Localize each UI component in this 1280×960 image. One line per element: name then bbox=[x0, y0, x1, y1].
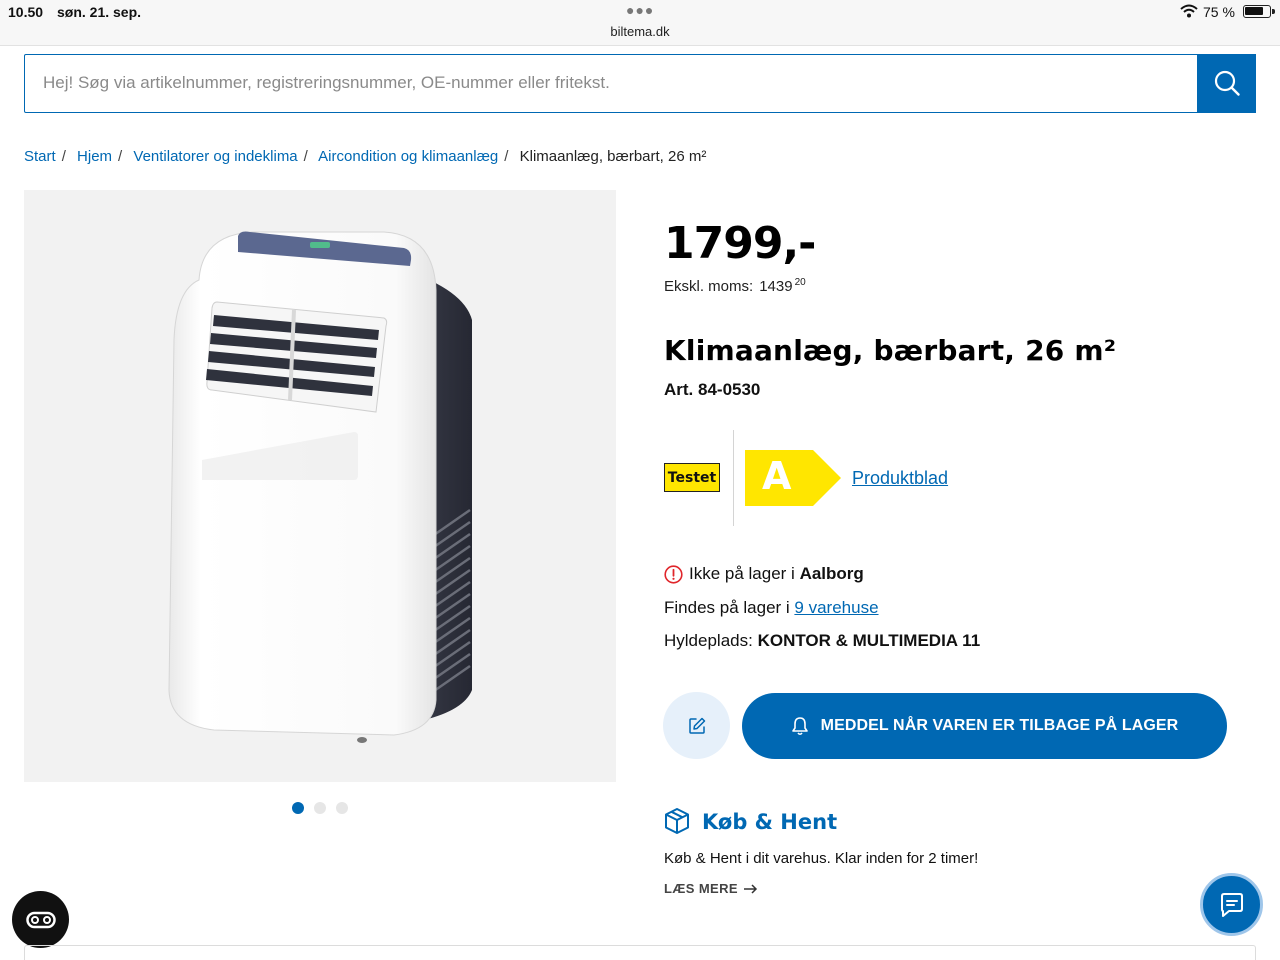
price: 1799,- bbox=[664, 218, 816, 269]
breadcrumb-aircondition[interactable]: Aircondition og klimaanlæg bbox=[318, 148, 498, 165]
testet-badge[interactable]: Testet bbox=[664, 463, 720, 492]
notify-when-in-stock-button[interactable]: MEDDEL NÅR VAREN ER TILBAGE PÅ LAGER bbox=[742, 693, 1227, 759]
produktblad-link[interactable]: Produktblad bbox=[852, 468, 948, 489]
breadcrumb-separator: / bbox=[504, 148, 509, 165]
carousel-dot[interactable] bbox=[292, 802, 304, 814]
stock-status-text: Ikke på lager i bbox=[689, 564, 800, 583]
air-conditioner-illustration bbox=[168, 231, 472, 743]
breadcrumb-current: Klimaanlæg, bærbart, 26 m² bbox=[519, 148, 707, 165]
warning-icon bbox=[664, 564, 683, 584]
breadcrumb-separator: / bbox=[61, 148, 66, 165]
status-date: søn. 21. sep. bbox=[57, 4, 142, 20]
status-time: 10.50 bbox=[8, 4, 44, 20]
bottom-section-card bbox=[24, 945, 1256, 960]
chat-icon bbox=[1220, 892, 1243, 917]
warehouses-link[interactable]: 9 varehuse bbox=[794, 598, 878, 617]
breadcrumb-ventilatorer[interactable]: Ventilatorer og indeklima bbox=[133, 148, 297, 165]
shelf-value: KONTOR & MULTIMEDIA 11 bbox=[757, 631, 981, 650]
accessibility-button[interactable] bbox=[12, 891, 69, 948]
store-name: Aalborg bbox=[799, 564, 864, 583]
breadcrumb-start[interactable]: Start bbox=[24, 148, 56, 165]
breadcrumb-separator: / bbox=[303, 148, 308, 165]
energy-class: A bbox=[762, 454, 792, 498]
kob-hent-description: Køb & Hent i dit varehus. Klar inden for… bbox=[664, 850, 979, 867]
battery-percentage: 75 % bbox=[1203, 4, 1235, 20]
wifi-icon bbox=[1180, 4, 1198, 18]
more-dots-icon[interactable]: ●●● bbox=[626, 2, 654, 18]
excl-vat-decimals: 20 bbox=[794, 277, 806, 288]
availability-text: Findes på lager i bbox=[664, 598, 795, 617]
carousel-dot[interactable] bbox=[314, 802, 326, 814]
breadcrumb-separator: / bbox=[118, 148, 123, 165]
breadcrumb-hjem[interactable]: Hjem bbox=[77, 148, 112, 165]
search-bar bbox=[24, 53, 1256, 113]
article-number: Art. 84-0530 bbox=[664, 380, 761, 399]
stock-status: Ikke på lager i Aalborg bbox=[664, 564, 864, 584]
divider bbox=[733, 430, 734, 526]
notify-label: MEDDEL NÅR VAREN ER TILBAGE PÅ LAGER bbox=[820, 717, 1179, 734]
chat-button[interactable] bbox=[1200, 873, 1263, 936]
stock-availability: Findes på lager i 9 varehuse bbox=[664, 598, 879, 618]
search-input[interactable] bbox=[25, 55, 1197, 111]
breadcrumb: Start / Hjem / Ventilatorer og indeklima / … bbox=[24, 148, 706, 165]
shelf-location: Hyldeplads: KONTOR & MULTIMEDIA 11 bbox=[664, 631, 980, 651]
kob-hent-title: Køb & Hent bbox=[702, 810, 838, 834]
excl-vat-amount: 1439 bbox=[759, 278, 793, 295]
search-icon bbox=[1214, 70, 1240, 96]
battery-icon bbox=[1243, 5, 1275, 18]
edit-icon bbox=[688, 717, 705, 734]
shelf-label: Hyldeplads: bbox=[664, 631, 758, 650]
address-url[interactable]: biltema.dk bbox=[0, 24, 1280, 39]
excl-vat-label: Ekskl. moms: bbox=[664, 278, 754, 295]
wishlist-button[interactable] bbox=[663, 692, 730, 759]
product-title: Klimaanlæg, bærbart, 26 m² bbox=[664, 334, 1117, 367]
price-excl-vat: Ekskl. moms: 1439 20 bbox=[664, 277, 806, 295]
read-more-label: LÆS MERE bbox=[664, 881, 738, 896]
image-carousel-dots bbox=[292, 802, 348, 814]
read-more-link[interactable]: LÆS MERE bbox=[664, 881, 758, 896]
bell-icon bbox=[791, 717, 808, 736]
product-image[interactable] bbox=[24, 190, 616, 782]
energy-label-arrow[interactable] bbox=[745, 450, 841, 506]
arrow-right-icon bbox=[743, 883, 758, 894]
accessibility-icon bbox=[25, 911, 56, 928]
status-bar: 10.50 søn. 21. sep. ●●● biltema.dk 75 % bbox=[0, 0, 1280, 46]
package-icon bbox=[665, 808, 689, 834]
search-button[interactable] bbox=[1197, 53, 1256, 113]
carousel-dot[interactable] bbox=[336, 802, 348, 814]
